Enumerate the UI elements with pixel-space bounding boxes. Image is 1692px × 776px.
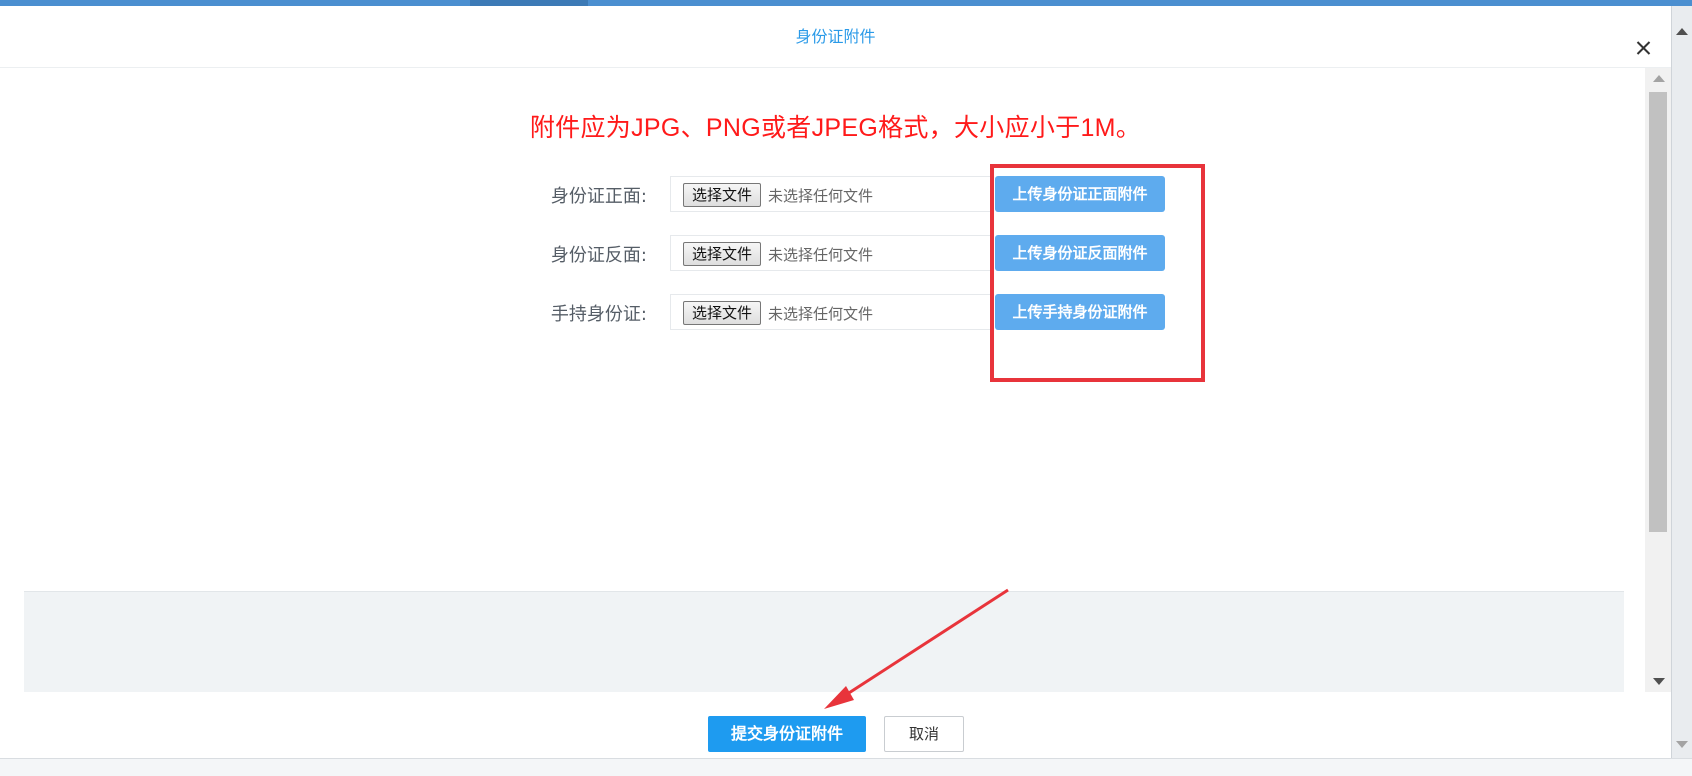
row-label: 身份证反面:: [550, 245, 647, 266]
choose-file-button[interactable]: 选择文件: [683, 301, 762, 325]
scroll-up-arrow-icon[interactable]: [1653, 75, 1665, 82]
dialog-title: 身份证附件: [795, 27, 876, 46]
choose-file-button[interactable]: 选择文件: [683, 183, 762, 207]
file-input-id-handheld[interactable]: 选择文件 未选择任何文件: [670, 294, 993, 330]
file-input-id-front[interactable]: 选择文件 未选择任何文件: [670, 176, 993, 212]
dialog-footer: 提交身份证附件 取消: [0, 702, 1671, 752]
row-label: 身份证正面:: [550, 186, 647, 207]
file-status: 未选择任何文件: [768, 305, 874, 323]
dialog-body: 附件应为JPG、PNG或者JPEG格式，大小应小于1M。 身份证正面: 选择文件…: [0, 68, 1671, 692]
dialog-scrollbar[interactable]: [1645, 68, 1671, 692]
row-id-handheld: 手持身份证: 选择文件 未选择任何文件 上传手持身份证附件: [0, 294, 1671, 334]
id-attachment-dialog: 身份证附件 附件应为JPG、PNG或者JPEG格式，大小应小于1M。 身份证正面…: [0, 6, 1671, 758]
page-scroll-down-arrow-icon[interactable]: [1676, 741, 1688, 748]
close-icon[interactable]: [1632, 36, 1656, 60]
file-status: 未选择任何文件: [768, 246, 874, 264]
scroll-thumb[interactable]: [1649, 92, 1667, 532]
submit-id-attachments-button[interactable]: 提交身份证附件: [708, 716, 866, 752]
row-id-front: 身份证正面: 选择文件 未选择任何文件 上传身份证正面附件: [0, 176, 1671, 216]
file-input-id-back[interactable]: 选择文件 未选择任何文件: [670, 235, 993, 271]
page-scroll-up-arrow-icon[interactable]: [1676, 28, 1688, 35]
choose-file-button[interactable]: 选择文件: [683, 242, 762, 266]
format-notice: 附件应为JPG、PNG或者JPEG格式，大小应小于1M。: [529, 114, 1142, 142]
scroll-down-arrow-icon[interactable]: [1653, 678, 1665, 685]
preview-area: [24, 591, 1624, 692]
row-label: 手持身份证:: [550, 304, 647, 325]
cancel-button[interactable]: 取消: [884, 716, 964, 752]
file-status: 未选择任何文件: [768, 187, 874, 205]
page-bottom-strip: [0, 758, 1692, 776]
highlight-annotation-box: [990, 164, 1205, 382]
row-id-back: 身份证反面: 选择文件 未选择任何文件 上传身份证反面附件: [0, 235, 1671, 275]
dialog-header: 身份证附件: [0, 6, 1671, 68]
